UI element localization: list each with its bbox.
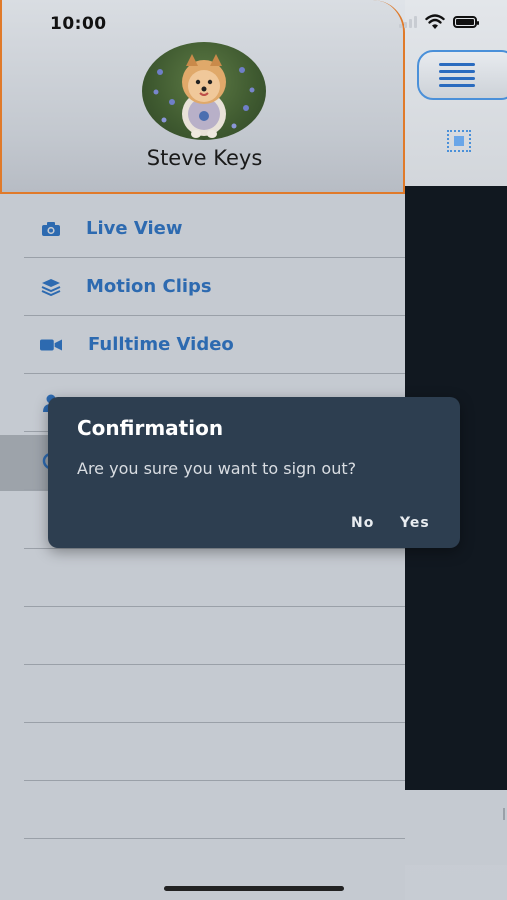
video-camera-icon: [40, 336, 62, 354]
dialog-title: Confirmation: [77, 416, 224, 440]
app-footer: [405, 790, 507, 865]
menu-item-label: Fulltime Video: [88, 334, 234, 355]
hamburger-icon: [439, 59, 475, 91]
list-item: [24, 549, 405, 607]
battery-icon: [453, 16, 479, 28]
list-item: [24, 723, 405, 781]
list-item: [24, 607, 405, 665]
menu-item-label: Motion Clips: [86, 276, 212, 297]
camera-grid-icon[interactable]: [447, 130, 471, 152]
profile-name: Steve Keys: [146, 146, 263, 170]
yes-button[interactable]: Yes: [400, 515, 430, 531]
footer-divider: [503, 808, 505, 820]
signal-icon: [399, 16, 417, 28]
list-item: [24, 781, 405, 839]
camera-icon: [40, 220, 62, 238]
confirmation-dialog: Confirmation Are you sure you want to si…: [48, 397, 460, 548]
dog-photo-icon: [153, 54, 255, 138]
avatar: [142, 42, 266, 140]
layers-icon: [40, 278, 62, 296]
no-button[interactable]: No: [351, 515, 374, 531]
status-icons: [399, 14, 479, 30]
wifi-icon: [425, 14, 445, 29]
status-time: 10:00: [50, 14, 107, 34]
menu-item-label: Live View: [86, 218, 183, 239]
home-indicator[interactable]: [164, 886, 344, 891]
dialog-message: Are you sure you want to sign out?: [77, 459, 357, 478]
menu-button[interactable]: [417, 50, 507, 100]
menu-item-live-view[interactable]: Live View: [24, 200, 405, 258]
menu-item-motion-clips[interactable]: Motion Clips: [24, 258, 405, 316]
list-item: [24, 665, 405, 723]
menu-item-fulltime-video[interactable]: Fulltime Video: [24, 316, 405, 374]
